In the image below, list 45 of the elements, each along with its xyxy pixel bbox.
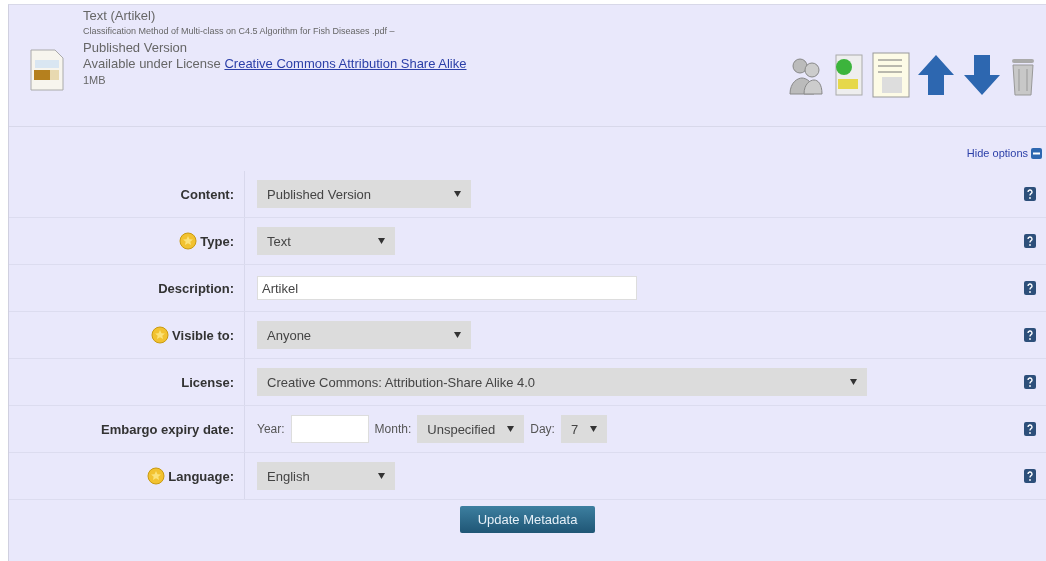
field-label: Description: <box>158 280 234 296</box>
help-icon[interactable] <box>1024 328 1036 342</box>
help-icon[interactable] <box>1024 187 1036 201</box>
month-dropdown[interactable]: Unspecified <box>417 415 525 443</box>
field-label: License: <box>181 374 234 390</box>
dropdown[interactable]: English <box>257 462 395 490</box>
arrow-up-icon[interactable] <box>916 53 956 97</box>
field-label: Language: <box>168 468 234 484</box>
hide-options-link[interactable]: Hide options <box>966 147 1028 159</box>
caret-icon <box>454 191 461 197</box>
field-label: Embargo expiry date: <box>101 421 234 437</box>
file-size: 1MB <box>83 73 107 88</box>
document-type: Text (Artikel) <box>83 8 157 23</box>
help-icon[interactable] <box>1024 375 1036 389</box>
day-dropdown[interactable]: 7 <box>560 415 608 443</box>
caret-icon <box>454 332 461 338</box>
license-link[interactable]: Creative Commons Attribution Share Alike <box>224 56 467 71</box>
dropdown[interactable]: Text <box>257 227 395 255</box>
caret-icon <box>507 426 515 432</box>
year-field[interactable] <box>290 415 369 443</box>
dropdown[interactable]: Creative Commons: Attribution-Share Alike 4.0 <box>257 368 867 396</box>
document-filename: Classification Method of Multi-class on C4.5 Algorithm for Fish Diseases .pdf – <box>83 26 396 36</box>
caret-icon <box>378 238 385 244</box>
collapse-icon[interactable] <box>1031 147 1042 159</box>
day-label: Day: <box>530 422 555 436</box>
field-label: Content: <box>180 186 234 202</box>
license-text: Available under License <box>83 56 221 71</box>
document-thumbnail-icon <box>29 48 65 92</box>
dropdown[interactable]: Anyone <box>257 321 471 349</box>
caret-icon <box>590 426 598 432</box>
dropdown[interactable]: Published Version <box>257 180 471 208</box>
document-version: Published Version <box>83 40 189 56</box>
help-icon[interactable] <box>1024 234 1036 248</box>
month-label: Month: <box>374 422 412 436</box>
help-icon[interactable] <box>1024 281 1036 295</box>
update-metadata-button[interactable]: Update Metadata <box>459 506 596 533</box>
field-label: Type: <box>200 233 234 249</box>
field-label: Visible to: <box>172 327 234 343</box>
description-field[interactable]: Artikel <box>257 276 637 300</box>
year-label: Year: <box>257 422 285 436</box>
arrow-down-icon[interactable] <box>962 53 1002 97</box>
caret-icon <box>378 473 385 479</box>
help-icon[interactable] <box>1024 422 1036 436</box>
help-icon[interactable] <box>1024 469 1036 483</box>
caret-icon <box>850 379 857 385</box>
